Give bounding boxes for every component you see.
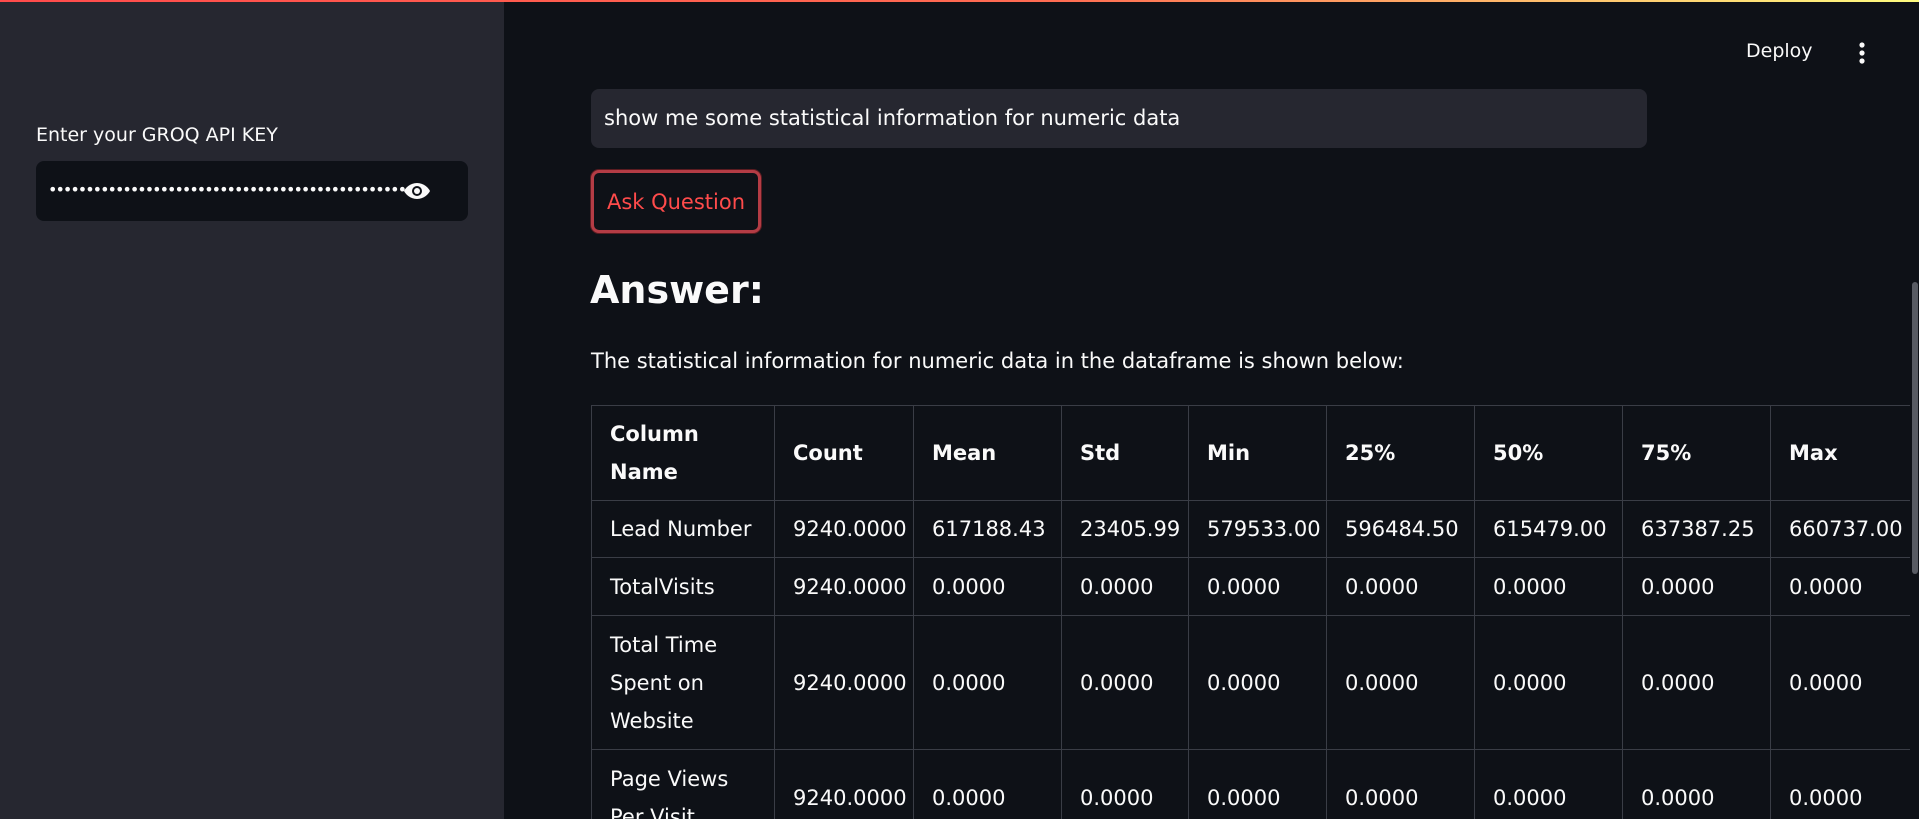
table-cell: 23405.99 [1061,500,1189,558]
table-cell: Lead Number [591,500,775,558]
table-cell: 0.0000 [1326,615,1475,750]
table-header: Count [774,405,914,501]
table-header: Column Name [591,405,775,501]
table-cell: 0.0000 [1061,557,1189,616]
table-cell: 0.0000 [1770,557,1910,616]
table-cell: 0.0000 [913,557,1062,616]
table-cell: Page Views Per Visit [591,749,775,819]
table-cell: 0.0000 [1326,557,1475,616]
table-header: 50% [1474,405,1623,501]
table-cell: 0.0000 [1061,615,1189,750]
table-header: 75% [1622,405,1771,501]
table-cell: 0.0000 [1061,749,1189,819]
table-cell: 637387.25 [1622,500,1771,558]
table-cell: 0.0000 [1474,615,1623,750]
table-cell: 0.0000 [1188,749,1327,819]
table-cell: 0.0000 [1770,615,1910,750]
table-cell: 0.0000 [913,615,1062,750]
table-cell: 0.0000 [1770,749,1910,819]
table-header: 25% [1326,405,1475,501]
sidebar: Enter your GROQ API KEY ••••••••••••••••… [0,0,504,819]
question-input[interactable]: show me some statistical information for… [591,89,1647,148]
table-cell: TotalVisits [591,557,775,616]
table-cell: 660737.00 [1770,500,1910,558]
table-cell: 579533.00 [1188,500,1327,558]
table-header: Min [1188,405,1327,501]
table-row: Total Time Spent on Website 9240.0000 0.… [591,615,1910,750]
table-cell: 596484.50 [1326,500,1475,558]
main-scrollbar-thumb[interactable] [1912,282,1918,574]
table-cell: 9240.0000 [774,749,914,819]
table-cell: 0.0000 [1622,749,1771,819]
table-header: Std [1061,405,1189,501]
table-header-row: Column Name Count Mean Std Min 25% 50% 7… [591,405,1910,501]
table-header: Max [1770,405,1910,501]
stats-table: Column Name Count Mean Std Min 25% 50% 7… [591,405,1910,819]
table-cell: 0.0000 [913,749,1062,819]
ask-question-button[interactable]: Ask Question [591,170,761,233]
table-row: Page Views Per Visit 9240.0000 0.0000 0.… [591,749,1910,819]
table-cell: 0.0000 [1326,749,1475,819]
table-row: Lead Number 9240.0000 617188.43 23405.99… [591,500,1910,558]
table-cell: 9240.0000 [774,557,914,616]
table-cell: 9240.0000 [774,615,914,750]
table-header: Mean [913,405,1062,501]
api-key-masked-value: ••••••••••••••••••••••••••••••••••••••••… [48,180,416,199]
table-cell: Total Time Spent on Website [591,615,775,750]
api-key-label: Enter your GROQ API KEY [36,124,278,146]
stats-table-container: Column Name Count Mean Std Min 25% 50% 7… [591,405,1910,819]
deploy-button[interactable]: Deploy [1746,40,1813,62]
answer-heading: Answer: [590,268,764,312]
table-cell: 615479.00 [1474,500,1623,558]
table-cell: 0.0000 [1188,557,1327,616]
kebab-menu-icon[interactable] [1850,38,1874,68]
answer-text: The statistical information for numeric … [591,349,1404,373]
table-cell: 0.0000 [1188,615,1327,750]
table-cell: 0.0000 [1622,615,1771,750]
table-cell: 0.0000 [1474,749,1623,819]
table-cell: 9240.0000 [774,500,914,558]
top-decoration-bar [0,0,1919,2]
table-cell: 0.0000 [1474,557,1623,616]
table-cell: 0.0000 [1622,557,1771,616]
api-key-input[interactable]: ••••••••••••••••••••••••••••••••••••••••… [36,161,468,221]
table-cell: 617188.43 [913,500,1062,558]
table-row: TotalVisits 9240.0000 0.0000 0.0000 0.00… [591,557,1910,616]
eye-icon[interactable] [400,175,434,207]
